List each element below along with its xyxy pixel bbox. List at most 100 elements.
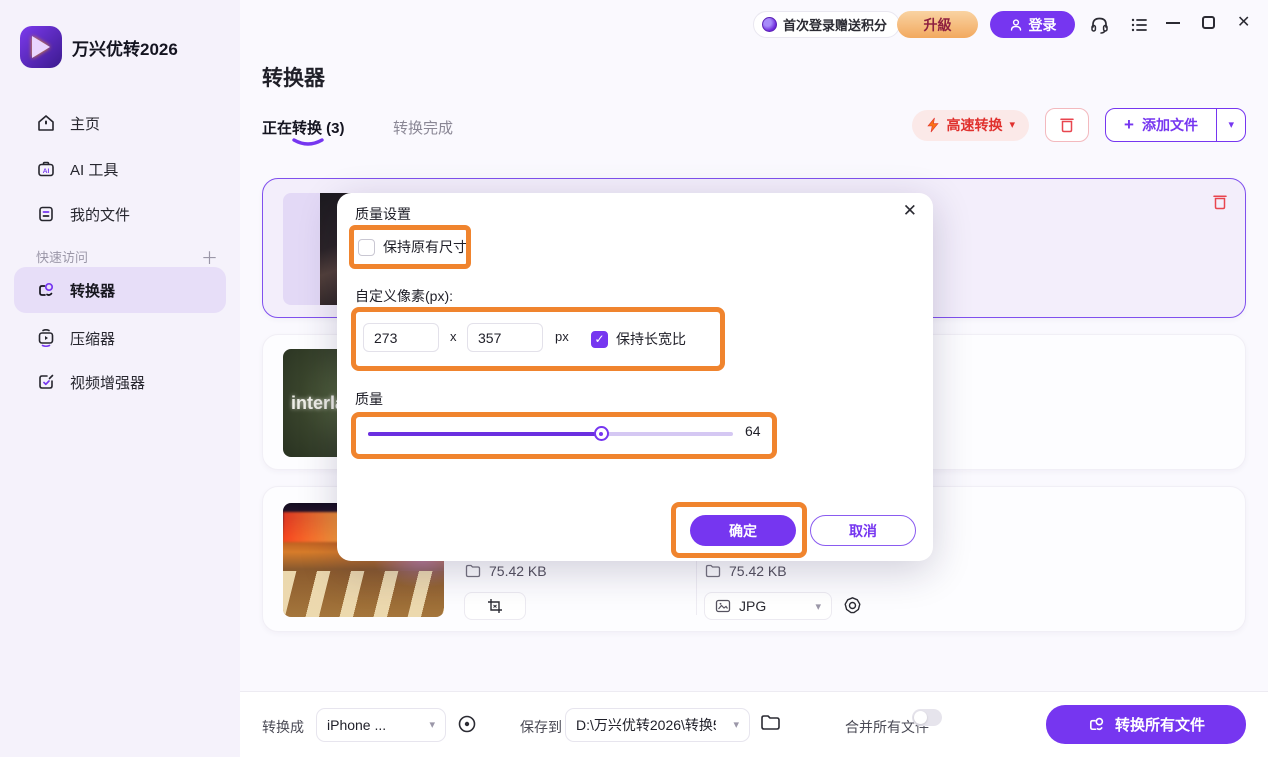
video-enhancer-icon — [36, 372, 56, 392]
quick-access-section: 快速访问 ＋ — [36, 244, 218, 269]
file-1-delete-button[interactable] — [1211, 193, 1229, 216]
dialog-close-icon[interactable]: ✕ — [903, 201, 917, 221]
convert-all-label: 转换所有文件 — [1115, 714, 1205, 735]
sidebar-item-label: 压缩器 — [70, 328, 115, 349]
converter-icon — [36, 280, 56, 300]
sidebar-item-home[interactable]: 主页 — [14, 100, 226, 146]
keep-ratio-row: ✓ 保持长宽比 — [591, 329, 686, 349]
file-3-source-size: 75.42 KB — [465, 563, 547, 579]
sidebar-item-label: 视频增强器 — [70, 372, 145, 393]
save-to-select[interactable]: D:\万兴优转2026\转换5 ▾ — [565, 708, 750, 742]
save-to-label: 保存到 — [520, 717, 562, 737]
sidebar-item-label: AI 工具 — [70, 159, 118, 180]
login-button[interactable]: 登录 — [990, 11, 1075, 38]
keep-ratio-label: 保持长宽比 — [616, 329, 686, 349]
file-3-crop-button[interactable] — [464, 592, 526, 620]
dimension-x-separator: x — [450, 329, 457, 344]
sidebar-item-label: 我的文件 — [70, 204, 130, 225]
svg-text:AI: AI — [43, 168, 50, 175]
quick-access-label: 快速访问 — [36, 247, 88, 266]
app-logo-icon — [20, 26, 62, 68]
fast-convert-label: 高速转换 — [947, 115, 1003, 135]
lightning-icon — [926, 117, 940, 133]
convert-to-value: iPhone ... — [327, 717, 386, 733]
chevron-down-icon: ▾ — [421, 720, 435, 731]
add-files-label: 添加文件 — [1142, 115, 1198, 135]
file-3-target-size: 75.42 KB — [705, 563, 787, 579]
dialog-title: 质量设置 — [355, 204, 411, 224]
sidebar-item-ai-tools[interactable]: AI AI 工具 — [14, 146, 226, 192]
page-title: 转换器 — [262, 62, 325, 92]
first-login-promo-badge[interactable]: 首次登录赠送积分 — [753, 11, 900, 38]
converter-icon — [1087, 715, 1106, 734]
height-input[interactable] — [467, 323, 543, 352]
footer-bar: 转换成 iPhone ... ▾ 保存到 D:\万兴优转2026\转换5 ▾ 合… — [240, 691, 1268, 757]
app-title: 万兴优转2026 — [72, 35, 178, 60]
user-icon — [1009, 18, 1023, 32]
fast-convert-button[interactable]: 高速转换 ▾ — [912, 110, 1030, 141]
save-to-value: D:\万兴优转2026\转换5 — [576, 715, 716, 735]
chevron-down-icon: ▾ — [815, 600, 821, 613]
sidebar-item-label: 转换器 — [70, 280, 115, 301]
merge-files-toggle[interactable] — [912, 709, 942, 726]
chevron-down-icon: ▾ — [725, 720, 739, 731]
image-icon — [715, 599, 731, 613]
window-maximize-button[interactable] — [1202, 16, 1215, 29]
sidebar-item-my-files[interactable]: 我的文件 — [14, 191, 226, 237]
chevron-down-icon: ▾ — [1228, 120, 1234, 131]
sidebar-item-video-enhancer[interactable]: 视频增强器 — [14, 359, 226, 405]
upgrade-button[interactable]: 升級 — [897, 11, 978, 38]
quality-slider-handle[interactable] — [594, 426, 609, 441]
sidebar-item-converter[interactable]: 转换器 — [14, 267, 226, 313]
quality-slider-fill — [368, 432, 602, 436]
keep-ratio-checkbox[interactable]: ✓ — [591, 331, 608, 348]
trash-icon — [1211, 193, 1229, 211]
sidebar-item-label: 主页 — [70, 113, 100, 134]
add-plus-icon: + — [1124, 115, 1134, 135]
add-files-dropdown-button[interactable]: ▾ — [1217, 109, 1245, 141]
window-close-button[interactable]: ✕ — [1237, 12, 1250, 32]
app-logo-row: 万兴优转2026 — [20, 26, 178, 68]
quick-access-add-icon[interactable]: ＋ — [201, 244, 218, 269]
tab-converting[interactable]: 正在转换 (3) — [262, 117, 345, 138]
home-icon — [36, 113, 56, 133]
custom-pixels-label: 自定义像素(px): — [355, 286, 453, 306]
format-value: JPG — [739, 598, 766, 614]
file-3-settings-gear-icon[interactable] — [843, 596, 862, 620]
task-list-icon[interactable] — [1128, 14, 1150, 36]
width-input[interactable] — [363, 323, 439, 352]
app-window: 万兴优转2026 主页 AI AI 工具 我的文件 快速访问 ＋ 转换器 压缩器 — [0, 0, 1268, 757]
login-label: 登录 — [1029, 15, 1057, 35]
toggle-knob — [914, 711, 927, 724]
keep-original-checkbox[interactable] — [358, 239, 375, 256]
quality-label: 质量 — [355, 389, 383, 409]
add-files-button[interactable]: + 添加文件 ▾ — [1105, 108, 1246, 142]
quality-slider[interactable] — [368, 432, 733, 436]
quality-value: 64 — [745, 423, 761, 439]
toolbar: 高速转换 ▾ + 添加文件 ▾ — [912, 108, 1247, 142]
check-icon: ✓ — [594, 332, 604, 346]
open-folder-icon[interactable] — [760, 713, 781, 737]
file-3-format-select[interactable]: JPG ▾ — [704, 592, 832, 620]
convert-all-button[interactable]: 转换所有文件 — [1046, 705, 1246, 744]
window-minimize-button[interactable] — [1166, 22, 1180, 24]
source-size-label: 75.42 KB — [489, 563, 547, 579]
tab-finished[interactable]: 转换完成 — [393, 117, 453, 138]
cancel-button[interactable]: 取消 — [810, 515, 916, 546]
active-tab-underline — [291, 138, 325, 148]
keep-original-label: 保持原有尺寸 — [383, 237, 467, 257]
clear-all-trash-button[interactable] — [1045, 108, 1089, 142]
convert-to-select[interactable]: iPhone ... ▾ — [316, 708, 446, 742]
sidebar: 万兴优转2026 主页 AI AI 工具 我的文件 快速访问 ＋ 转换器 压缩器 — [0, 0, 240, 757]
upgrade-label: 升級 — [924, 15, 952, 35]
trash-icon — [1058, 116, 1076, 134]
support-headset-icon[interactable] — [1088, 14, 1110, 36]
format-target-icon[interactable] — [456, 713, 478, 740]
file-icon — [465, 564, 481, 578]
topbar: 首次登录赠送积分 升級 登录 ✕ — [240, 0, 1268, 48]
ok-button[interactable]: 确定 — [690, 515, 796, 546]
file-icon — [705, 564, 721, 578]
sidebar-item-compressor[interactable]: 压缩器 — [14, 315, 226, 361]
convert-to-label: 转换成 — [262, 717, 304, 737]
ai-tools-icon: AI — [36, 159, 56, 179]
